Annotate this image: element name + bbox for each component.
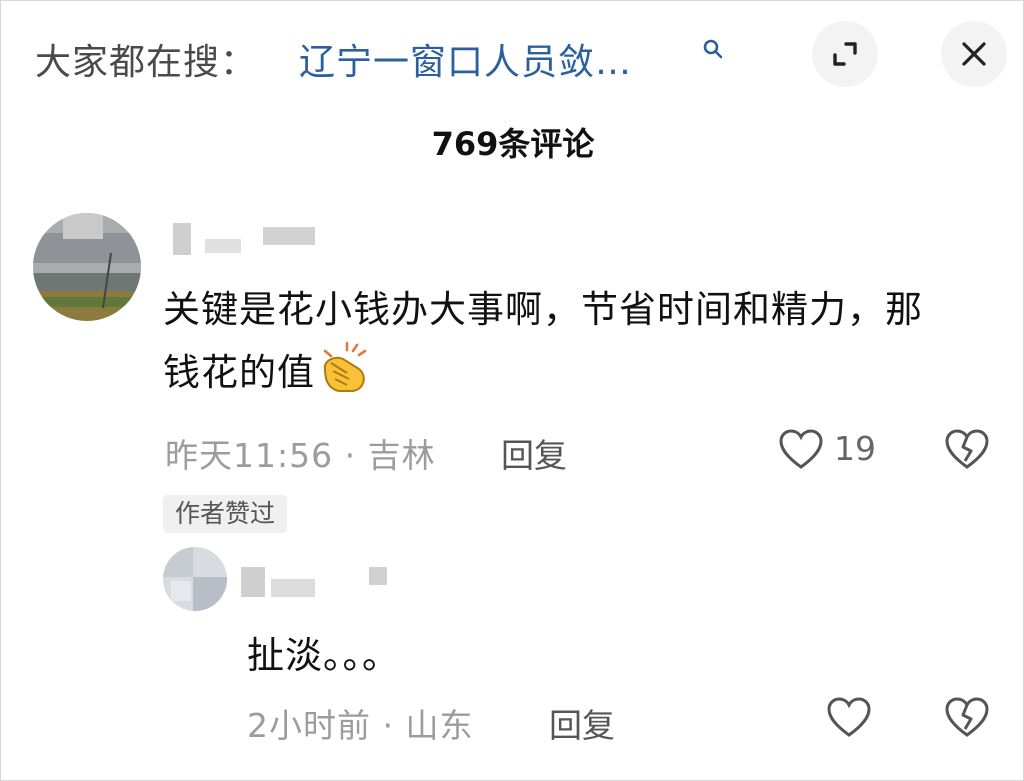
like-count: 19 — [834, 429, 876, 468]
clapping-hands-icon — [317, 339, 375, 410]
reply-dislike-broken-heart-icon[interactable] — [943, 695, 991, 739]
reply-button[interactable]: 回复 — [501, 429, 567, 477]
meta-separator: · — [382, 706, 394, 745]
reply-avatar[interactable] — [163, 547, 227, 611]
comment-count-title: 769条评论 — [431, 125, 595, 163]
comments-panel: 大家都在搜： 辽宁一窗口人员敛… 769条评论 关键是花小钱办大事啊，节省时间和… — [0, 0, 1024, 781]
dislike-broken-heart-icon[interactable] — [943, 427, 991, 471]
expand-button[interactable] — [812, 21, 878, 87]
comment-text: 关键是花小钱办大事啊，节省时间和精力，那钱花的值 — [163, 281, 923, 410]
expand-icon — [833, 42, 857, 66]
comment-location: 吉林 — [367, 436, 436, 475]
reply-reply-button[interactable]: 回复 — [549, 699, 615, 747]
like-heart-icon[interactable] — [777, 427, 825, 471]
comment-time: 昨天11:56 — [165, 436, 334, 475]
search-suggestion-link[interactable]: 辽宁一窗口人员敛… — [299, 33, 632, 85]
close-icon — [962, 42, 986, 66]
search-icon[interactable] — [701, 37, 725, 61]
close-button[interactable] — [941, 21, 1007, 87]
reply-avatar-photo — [163, 547, 227, 611]
reply-like-heart-icon[interactable] — [825, 695, 873, 739]
reply-location: 山东 — [405, 706, 474, 745]
reply-meta: 2小时前 · 山东 — [247, 699, 474, 747]
reply-time: 2小时前 — [247, 706, 371, 745]
avatar-photo — [33, 213, 141, 321]
search-prefix: 大家都在搜： — [35, 42, 258, 83]
author-liked-badge: 作者赞过 — [163, 495, 288, 533]
meta-separator: · — [344, 436, 357, 475]
reply-text: 扯淡。。。 — [247, 634, 400, 677]
comment-meta: 昨天11:56 · 吉林 — [165, 429, 436, 477]
avatar[interactable] — [33, 213, 141, 321]
